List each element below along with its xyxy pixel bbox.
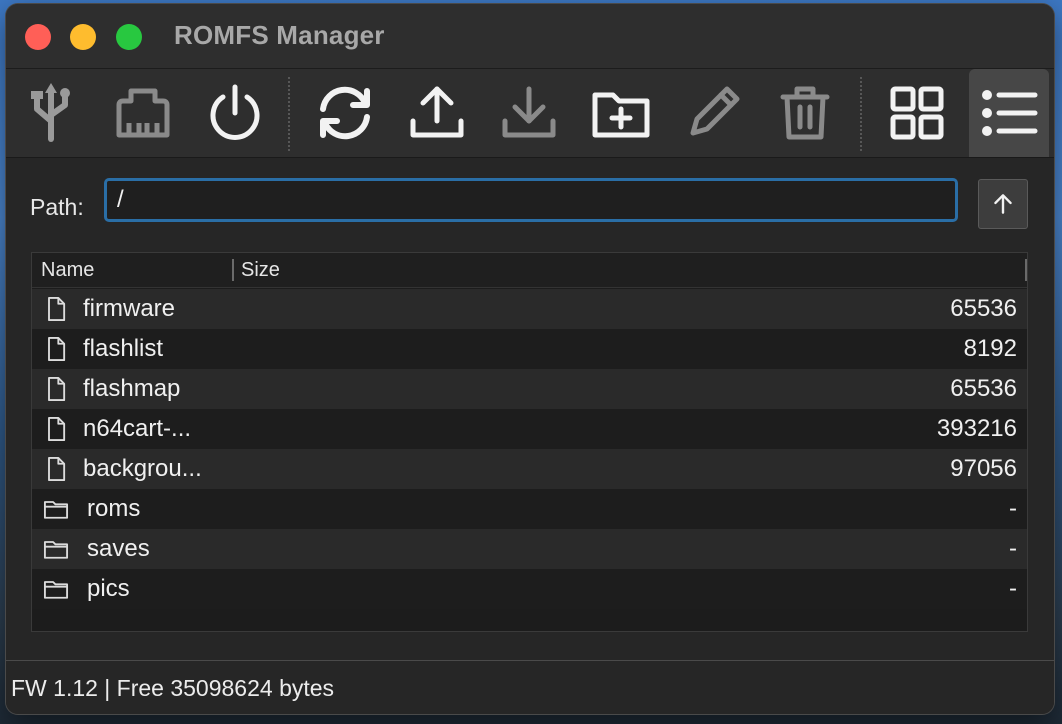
file-row[interactable]: firmware 65536: [32, 289, 1027, 329]
rename-pencil-icon: [690, 86, 740, 136]
file-row[interactable]: n64cart-... 393216: [32, 409, 1027, 449]
column-header-size[interactable]: Size: [241, 259, 280, 282]
column-header-name[interactable]: Name: [41, 259, 94, 282]
arrow-up-icon: [994, 194, 1012, 214]
row-size: -: [1009, 575, 1017, 602]
path-label: Path:: [30, 194, 84, 220]
app-window: ROMFS Manager Path: / Name Size firmware…: [6, 4, 1054, 714]
refresh-button[interactable]: [305, 69, 385, 157]
parent-directory-button[interactable]: [978, 179, 1028, 229]
file-row[interactable]: flashmap 65536: [32, 369, 1027, 409]
folder-row[interactable]: saves -: [32, 529, 1027, 569]
row-size: 97056: [950, 455, 1017, 482]
list-view-icon: [982, 90, 1038, 136]
row-name: flashmap: [83, 375, 181, 402]
column-resize-handle[interactable]: [232, 259, 234, 281]
new-folder-button[interactable]: [581, 69, 661, 157]
file-icon: [42, 295, 70, 323]
file-icon: [42, 375, 70, 403]
cartridge-icon: [116, 88, 170, 138]
usb-icon: [31, 83, 70, 142]
usb-button[interactable]: [11, 69, 91, 157]
toolbar-separator: [288, 77, 290, 151]
folder-row[interactable]: pics -: [32, 569, 1027, 609]
folder-icon: [42, 535, 70, 563]
refresh-icon: [320, 86, 370, 140]
grid-view-icon: [890, 86, 944, 140]
window-title: ROMFS Manager: [174, 20, 385, 50]
row-size: -: [1009, 495, 1017, 522]
list-rows: firmware 65536 flashlist 8192 flashmap 65536 n…: [32, 289, 1027, 609]
folder-row[interactable]: roms -: [32, 489, 1027, 529]
row-size: 393216: [936, 415, 1017, 442]
delete-button[interactable]: [765, 69, 845, 157]
cartridge-button[interactable]: [103, 69, 183, 157]
toolbar: [6, 68, 1054, 158]
upload-button[interactable]: [397, 69, 477, 157]
title-bar[interactable]: ROMFS Manager: [6, 4, 1054, 68]
row-size: 65536: [950, 375, 1017, 402]
row-name: pics: [87, 575, 130, 602]
list-header: Name Size: [32, 253, 1027, 288]
row-name: backgrou...: [83, 455, 202, 482]
file-row[interactable]: flashlist 8192: [32, 329, 1027, 369]
row-name: firmware: [83, 295, 176, 322]
file-icon: [42, 455, 70, 483]
download-icon: [502, 86, 556, 138]
minimize-window-button[interactable]: [70, 24, 96, 50]
row-name: roms: [87, 495, 141, 522]
toolbar-separator: [860, 77, 862, 151]
row-size: -: [1009, 535, 1017, 562]
path-bar: Path:: [6, 174, 1054, 234]
row-name: flashlist: [83, 335, 164, 362]
new-folder-icon: [592, 92, 650, 138]
row-size: 8192: [963, 335, 1017, 362]
row-name: n64cart-...: [83, 415, 192, 442]
upload-icon: [410, 86, 464, 138]
file-list[interactable]: Name Size firmware 65536 flashlist 8192 flas…: [31, 252, 1028, 632]
power-button[interactable]: [195, 69, 275, 157]
zoom-window-button[interactable]: [116, 24, 142, 50]
power-icon: [210, 84, 260, 140]
file-icon: [42, 415, 70, 443]
column-resize-handle[interactable]: [1025, 259, 1027, 281]
file-row[interactable]: backgrou... 97056: [32, 449, 1027, 489]
list-view-button[interactable]: [969, 69, 1049, 157]
download-button[interactable]: [489, 69, 569, 157]
folder-icon: [42, 575, 70, 603]
close-window-button[interactable]: [25, 24, 51, 50]
trash-icon: [780, 86, 830, 140]
file-icon: [42, 335, 70, 363]
status-text: FW 1.12 | Free 35098624 bytes: [11, 675, 335, 701]
status-bar: FW 1.12 | Free 35098624 bytes: [6, 660, 1054, 714]
rename-button[interactable]: [673, 69, 753, 157]
row-size: 65536: [950, 295, 1017, 322]
folder-icon: [42, 495, 70, 523]
path-input[interactable]: [104, 178, 958, 222]
row-name: saves: [87, 535, 150, 562]
grid-view-button[interactable]: [877, 69, 957, 157]
